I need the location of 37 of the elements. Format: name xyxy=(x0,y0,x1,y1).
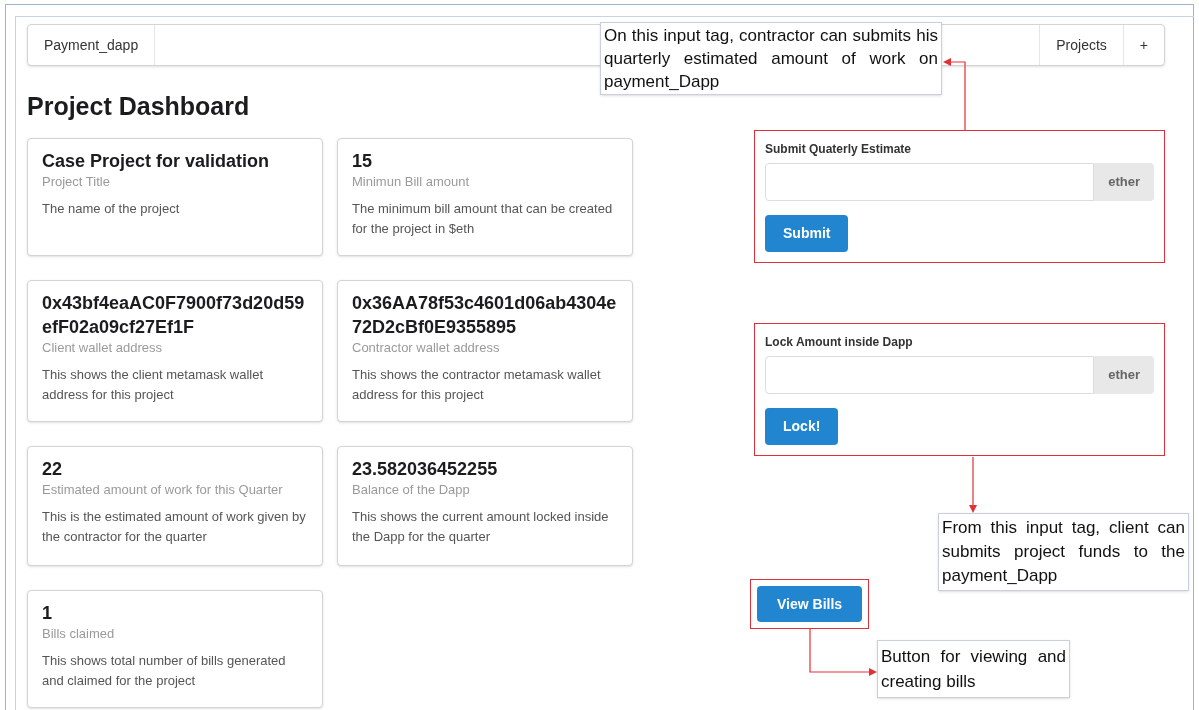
card-description: This shows the contractor metamask wallet address for this project xyxy=(352,366,602,404)
card-value: 23.582036452255 xyxy=(352,458,499,481)
amount-input[interactable] xyxy=(765,163,1095,201)
unit-label: ether xyxy=(1094,163,1154,201)
card-description: This shows total number of bills generated and claimed for the project xyxy=(42,652,287,690)
card-value: 15 xyxy=(352,150,374,173)
brand-link[interactable]: Payment_dapp xyxy=(28,25,156,65)
nav-link[interactable]: + xyxy=(1122,25,1164,65)
card-value: 22 xyxy=(42,458,64,481)
callout-note: On this input tag, contractor can submits his quarterly estimated amount of work on payment_Dapp xyxy=(600,22,942,95)
card-label: Bills claimed xyxy=(42,625,116,643)
card-value: Case Project for validation xyxy=(42,150,271,173)
card-value: 1 xyxy=(42,602,53,625)
card-description: This shows the client metamask wallet address for this project xyxy=(42,366,265,404)
card-value: 0x43bf4eaAC0F7900f73d20d59efF02a09cf27Ef1F xyxy=(42,292,306,339)
card-value: 0x36AA78f53c4601d06ab4304e72D2cBf0E9355895 xyxy=(352,292,618,339)
card-description: The minimum bill amount that can be created for the project in $eth xyxy=(352,200,614,238)
view-bills-button[interactable]: View Bills xyxy=(757,586,863,622)
callout-note: Button for viewing and creating bills xyxy=(877,640,1070,698)
nav-link[interactable]: Projects xyxy=(1039,25,1123,65)
card-label: Minimun Bill amount xyxy=(352,173,471,191)
callout-note: From this input tag, client can submits project funds to the payment_Dapp xyxy=(938,513,1189,591)
card-label: Client wallet address xyxy=(42,339,163,357)
card-label: Balance of the Dapp xyxy=(352,481,471,499)
submit-button[interactable]: Lock! xyxy=(765,408,839,445)
card-description: This shows the current amount locked inside the Dapp for the quarter xyxy=(352,508,610,546)
unit-label: ether xyxy=(1094,356,1154,394)
field-label: Lock Amount inside Dapp xyxy=(765,334,914,350)
card-description: This is the estimated amount of work given by the contractor for the quarter xyxy=(42,508,307,546)
page-heading: Project Dashboard xyxy=(27,91,251,122)
submit-button[interactable]: Submit xyxy=(765,215,849,252)
card-label: Contractor wallet address xyxy=(352,339,501,357)
amount-input[interactable] xyxy=(765,356,1095,394)
card-label: Project Title xyxy=(42,173,111,191)
card-description: The name of the project xyxy=(42,200,181,218)
field-label: Submit Quaterly Estimate xyxy=(765,141,913,157)
card-label: Estimated amount of work for this Quarter xyxy=(42,481,284,499)
